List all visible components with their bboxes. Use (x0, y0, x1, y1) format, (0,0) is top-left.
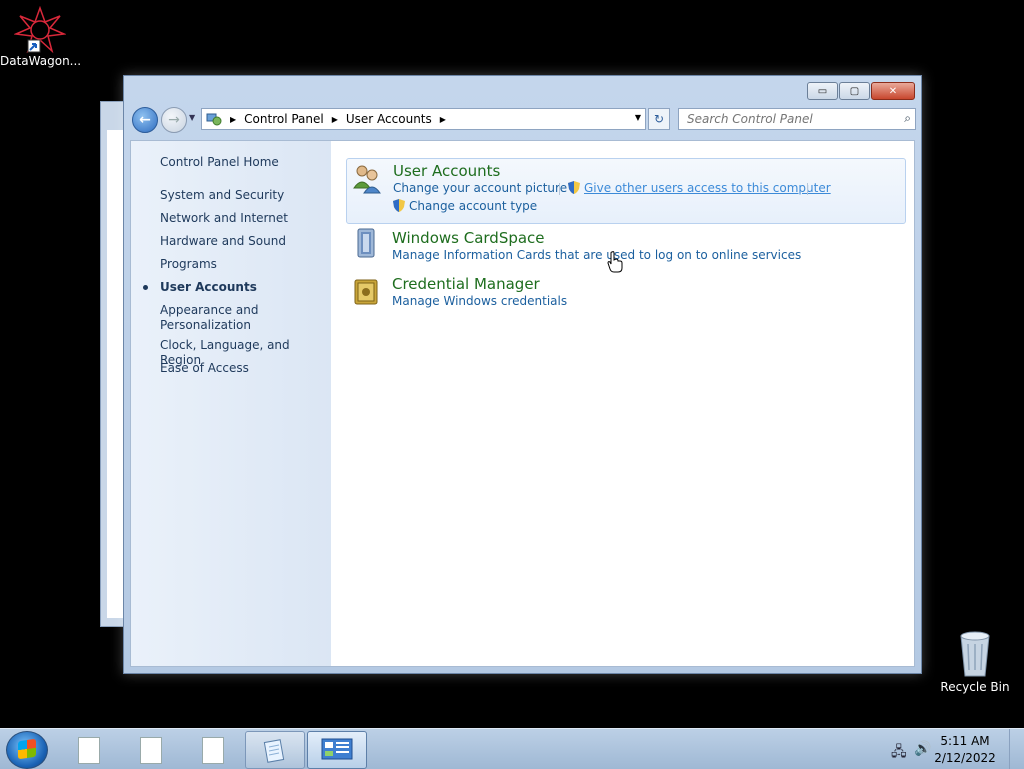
document-icon (78, 737, 100, 764)
recycle-bin-icon (960, 631, 990, 677)
datawagon-icon (14, 6, 66, 54)
link-label: Give other users access to this computer (584, 181, 831, 195)
volume-icon[interactable]: 🔊 (914, 741, 931, 757)
link-change-account-type[interactable]: Change account type (393, 199, 537, 213)
left-pane-item-programs[interactable]: Programs (160, 257, 217, 272)
left-pane-item-hardware-sound[interactable]: Hardware and Sound (160, 234, 286, 249)
breadcrumb-user-accounts[interactable]: User Accounts (346, 112, 432, 126)
desktop-icon-label: Recycle Bin (940, 680, 1010, 694)
desktop-icon-datawagon[interactable]: DataWagon... (0, 6, 82, 68)
clock-date: 2/12/2022 (934, 751, 996, 765)
left-pane-item-label: System and Security (160, 188, 285, 202)
credential-manager-icon (354, 279, 378, 305)
document-icon (202, 737, 224, 764)
breadcrumb-separator-icon[interactable]: ▶ (440, 115, 446, 124)
close-button[interactable]: ✕ (871, 82, 915, 100)
left-pane-item-label: Hardware and Sound (160, 234, 286, 248)
breadcrumb-separator-icon: ▶ (230, 114, 237, 124)
maximize-icon: ▢ (849, 85, 860, 97)
left-pane-item-label: Appearance and (160, 303, 259, 317)
window-controls: ▭ ▢ ✕ (806, 82, 915, 100)
recent-pages-dropdown[interactable]: ▼ (189, 113, 195, 122)
navigation-bar: ← → ▼ ▶ Control Panel ▶ User Accounts ▶ … (130, 106, 916, 133)
search-input[interactable] (685, 111, 894, 127)
control-panel-icon (206, 113, 222, 126)
category-title-credential-manager[interactable]: Credential Manager (392, 275, 540, 293)
clock-time: 5:11 AM (940, 734, 990, 748)
user-accounts-icon (353, 165, 381, 194)
refresh-icon: ↻ (653, 112, 665, 126)
link-separator (559, 183, 560, 195)
content-area: Control Panel Home System and Security N… (130, 140, 915, 667)
link-separator (807, 183, 808, 195)
left-pane-item-label: Personalization (160, 318, 251, 332)
left-pane-item-label: Programs (160, 257, 217, 271)
taskbar-item-control-panel[interactable] (307, 731, 367, 769)
left-pane-item-control-panel-home[interactable]: Control Panel Home (160, 155, 279, 170)
uac-shield-icon (393, 199, 405, 212)
minimize-button[interactable]: ▭ (807, 82, 838, 100)
category-title-user-accounts[interactable]: User Accounts (393, 162, 500, 180)
category-windows-cardspace: Windows CardSpace Manage Information Car… (346, 225, 904, 265)
forward-button[interactable]: → (161, 107, 187, 133)
network-icon[interactable]: 🖧 (891, 741, 907, 765)
link-change-account-picture[interactable]: Change your account picture (393, 181, 567, 195)
left-pane-item-label: Network and Internet (160, 211, 288, 225)
address-bar[interactable]: ▶ Control Panel ▶ User Accounts ▶ ▼ (201, 108, 646, 130)
link-manage-windows-credentials[interactable]: Manage Windows credentials (392, 294, 567, 308)
system-clock[interactable]: 5:11 AM 2/12/2022 (930, 733, 1000, 767)
back-button[interactable]: ← (132, 107, 158, 133)
forward-arrow-icon: → (168, 112, 180, 128)
desktop-icon-label: DataWagon... (0, 54, 82, 68)
control-panel-window: ▭ ▢ ✕ ← → ▼ ▶ Control Panel ▶ User Accou… (123, 75, 922, 674)
maximize-button[interactable]: ▢ (839, 82, 870, 100)
category-credential-manager: Credential Manager Manage Windows creden… (346, 271, 904, 311)
breadcrumb-separator-icon[interactable]: ▶ (332, 115, 338, 124)
uac-shield-icon (568, 181, 580, 194)
close-icon: ✕ (888, 85, 898, 97)
taskbar-item-document-3[interactable] (183, 731, 241, 767)
show-desktop-button[interactable] (1009, 729, 1024, 769)
active-item-bullet (143, 285, 148, 290)
link-give-users-access[interactable]: Give other users access to this computer (568, 181, 831, 195)
document-icon (140, 737, 162, 764)
breadcrumb-control-panel[interactable]: Control Panel (244, 112, 324, 126)
address-dropdown-icon[interactable]: ▼ (635, 113, 641, 122)
link-label: Change account type (409, 199, 538, 213)
category-user-accounts: User Accounts Change your account pictur… (346, 158, 906, 224)
left-pane-item-label: Ease of Access (160, 361, 249, 375)
left-pane-item-network-internet[interactable]: Network and Internet (160, 211, 288, 226)
start-button[interactable] (6, 731, 48, 769)
search-icon[interactable]: ⌕ (904, 111, 911, 126)
taskbar-item-document-2[interactable] (121, 731, 179, 767)
left-pane-item-label: User Accounts (160, 280, 257, 294)
left-pane-item-system-security[interactable]: System and Security (160, 188, 284, 203)
minimize-icon: ▭ (817, 85, 828, 97)
category-title-windows-cardspace[interactable]: Windows CardSpace (392, 229, 545, 247)
notepad-icon (263, 739, 285, 763)
left-pane-item-user-accounts[interactable]: User Accounts (160, 280, 257, 295)
cardspace-icon (357, 228, 375, 258)
left-pane-item-appearance[interactable]: Appearance and Personalization (160, 303, 258, 333)
left-pane: Control Panel Home System and Security N… (131, 141, 331, 666)
windows-logo-icon (18, 738, 36, 760)
back-arrow-icon: ← (139, 112, 151, 128)
control-panel-icon (321, 738, 353, 760)
left-pane-item-label: Control Panel Home (160, 155, 279, 169)
search-box[interactable]: ⌕ (678, 108, 916, 130)
refresh-button[interactable]: ↻ (648, 108, 670, 130)
taskbar-item-document-1[interactable] (59, 731, 117, 767)
taskbar: 🖧 🔊 5:11 AM 2/12/2022 (0, 728, 1024, 769)
desktop-icon-recycle-bin[interactable]: Recycle Bin (935, 630, 1015, 694)
hand-cursor-icon (607, 251, 623, 273)
taskbar-item-notepad[interactable] (245, 731, 305, 769)
link-manage-information-cards[interactable]: Manage Information Cards that are used t… (392, 248, 801, 262)
left-pane-item-ease-of-access[interactable]: Ease of Access (160, 361, 249, 376)
